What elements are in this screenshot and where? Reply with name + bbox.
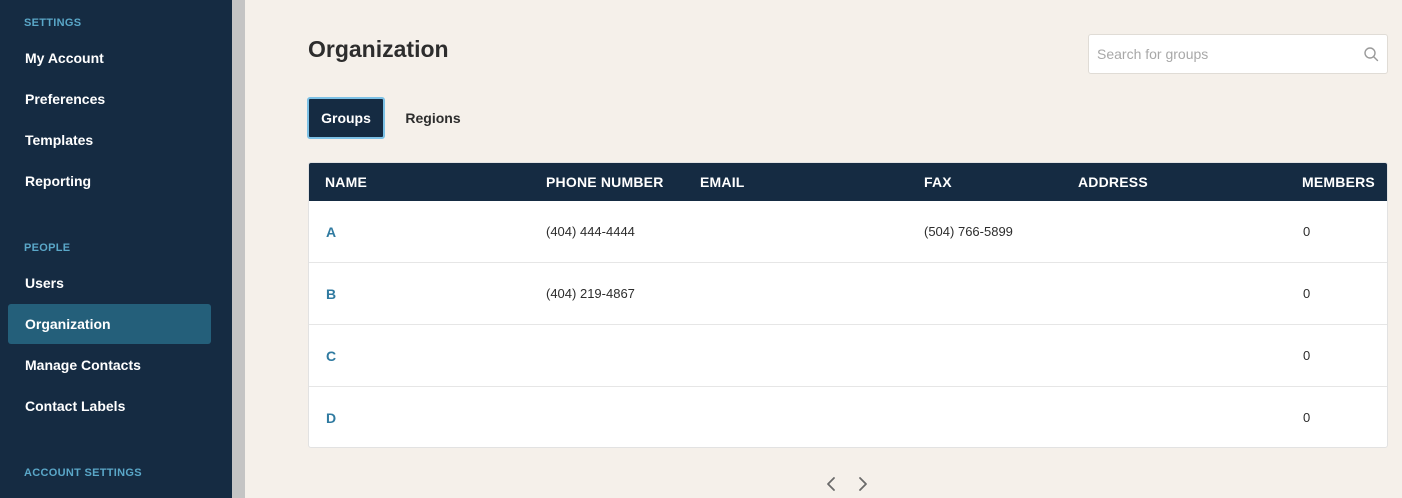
sidebar-item-organization[interactable]: Organization [8,304,211,344]
group-name-link[interactable]: B [326,263,336,325]
sidebar-item-reporting[interactable]: Reporting [8,161,211,201]
group-name-link[interactable]: D [326,387,336,447]
phone-cell: (404) 219-4867 [546,286,635,301]
sidebar-heading-settings: SETTINGS [24,17,82,29]
table-row[interactable]: C 0 [309,325,1387,387]
members-cell: 0 [1303,348,1311,363]
phone-cell: (404) 444-4444 [546,224,635,239]
previous-page-icon[interactable] [822,474,840,494]
tab-groups[interactable]: Groups [307,97,385,139]
sidebar: SETTINGS My Account Preferences Template… [0,0,232,498]
main-content: Organization Groups Regions NAME PHONE N… [245,0,1402,498]
table-row[interactable]: B (404) 219-4867 0 [309,263,1387,325]
sidebar-heading-people: PEOPLE [24,242,71,254]
members-cell: 0 [1303,224,1311,239]
groups-table: NAME PHONE NUMBER EMAIL FAX ADDRESS MEMB… [308,162,1388,448]
column-header-email[interactable]: EMAIL [700,163,745,201]
sidebar-item-users[interactable]: Users [8,263,211,303]
sidebar-item-contact-labels[interactable]: Contact Labels [8,386,211,426]
column-header-members[interactable]: MEMBERS [1302,163,1375,201]
sidebar-heading-account-settings: ACCOUNT SETTINGS [24,467,142,479]
column-header-name[interactable]: NAME [325,163,367,201]
sidebar-scrollbar[interactable] [232,0,245,498]
group-name-link[interactable]: C [326,325,336,387]
group-name-link[interactable]: A [326,201,336,263]
column-header-address[interactable]: ADDRESS [1078,163,1148,201]
search-box [1088,34,1388,74]
members-cell: 0 [1303,286,1311,301]
sidebar-item-templates[interactable]: Templates [8,120,211,160]
sidebar-item-preferences[interactable]: Preferences [8,79,211,119]
column-header-phone-number[interactable]: PHONE NUMBER [546,163,664,201]
column-header-fax[interactable]: FAX [924,163,952,201]
table-row[interactable]: D 0 [309,387,1387,447]
members-cell: 0 [1303,410,1311,425]
search-input[interactable] [1089,35,1349,73]
sidebar-item-manage-contacts[interactable]: Manage Contacts [8,345,211,385]
table-row[interactable]: A (404) 444-4444 (504) 766-5899 0 [309,201,1387,263]
sidebar-item-my-account[interactable]: My Account [8,38,211,78]
tab-regions[interactable]: Regions [397,97,469,139]
next-page-icon[interactable] [854,474,872,494]
fax-cell: (504) 766-5899 [924,224,1013,239]
page-title: Organization [308,36,449,62]
table-header: NAME PHONE NUMBER EMAIL FAX ADDRESS MEMB… [309,163,1387,201]
search-icon[interactable] [1363,46,1379,62]
